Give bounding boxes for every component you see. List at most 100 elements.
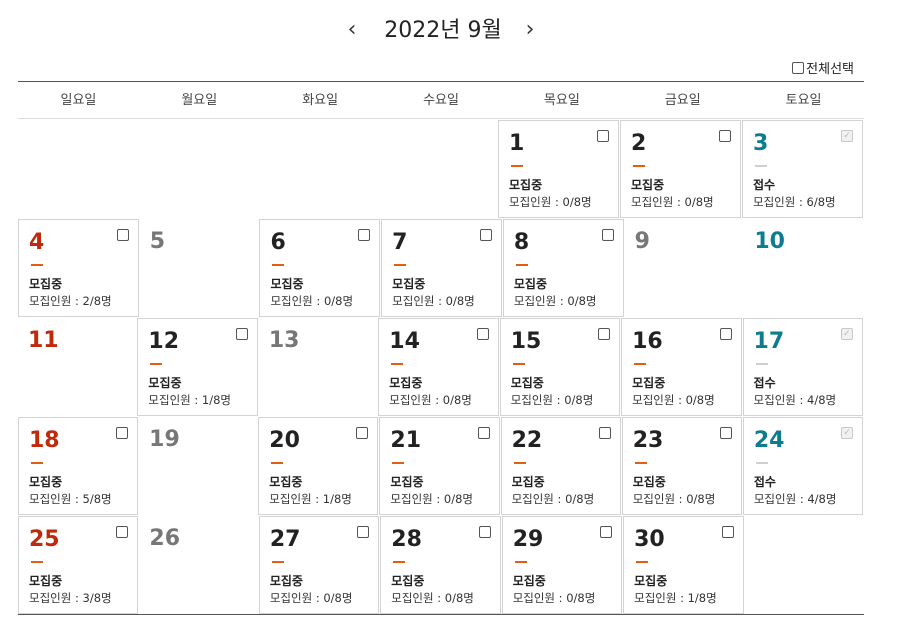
calendar-day-cell[interactable]: 23 모집중 모집인원 : 0/8명 [621, 417, 742, 515]
day-checkbox[interactable] [478, 526, 491, 538]
recruit-count: 모집인원 : 0/8명 [389, 393, 472, 407]
recruit-status: 모집중 [510, 376, 544, 390]
calendar-empty-cell [258, 120, 377, 218]
day-checkbox[interactable] [597, 130, 609, 142]
calendar-day-cell[interactable]: 3 ✓ 접수 모집인원 : 6/8명 [742, 120, 863, 218]
recruit-count: 모집인원 : 6/8명 [753, 195, 836, 209]
calendar-day-cell[interactable]: 4 모집중 모집인원 : 2/8명 [18, 219, 139, 317]
weekday-fri: 금요일 [664, 93, 701, 108]
day-number: 26 [149, 526, 181, 551]
next-month-icon[interactable]: › [518, 18, 542, 42]
recruit-status: 접수 [753, 376, 776, 390]
recruit-status: 모집중 [632, 475, 666, 489]
day-checkbox: ✓ [840, 328, 853, 340]
select-all-checkbox[interactable] [792, 61, 805, 74]
calendar-empty-cell [138, 120, 257, 218]
day-checkbox[interactable] [479, 229, 492, 241]
calendar-day-cell[interactable]: 25 모집중 모집인원 : 3/8명 [18, 516, 139, 614]
day-number: 11 [28, 328, 59, 353]
recruit-status: 모집중 [269, 475, 303, 489]
weekday-wed: 수요일 [423, 93, 459, 108]
calendar-day-cell[interactable]: 24 ✓ 접수 모집인원 : 4/8명 [742, 417, 863, 515]
calendar-weeks: 1 모집중 모집인원 : 0/8명 2 모집중 모집인원 : 0/8명 3 ✓ 접수 모집인원 :… [18, 119, 864, 614]
select-all[interactable]: 전체선택 [792, 58, 854, 77]
day-checkbox[interactable] [357, 526, 370, 538]
calendar-day-cell[interactable]: 7 모집중 모집인원 : 0/8명 [381, 219, 502, 317]
status-dash [31, 462, 43, 464]
day-checkbox[interactable] [358, 229, 371, 241]
weekday-header: 일요일 월요일 화요일 수요일 목요일 금요일 토요일 [18, 81, 864, 119]
day-checkbox[interactable] [477, 427, 490, 439]
day-number: 5 [149, 229, 166, 254]
calendar-day-cell[interactable]: 18 모집중 모집인원 : 5/8명 [18, 417, 139, 515]
status-dash [272, 264, 285, 266]
status-dash [513, 462, 526, 464]
recruit-status: 모집중 [634, 574, 668, 588]
day-checkbox[interactable] [719, 328, 732, 340]
calendar-day-cell[interactable]: 17 ✓ 접수 모집인원 : 4/8명 [742, 318, 863, 416]
calendar-day-cell[interactable]: 27 모집중 모집인원 : 0/8명 [258, 516, 380, 614]
weekday-thu: 목요일 [543, 93, 580, 108]
status-dash [512, 363, 525, 365]
calendar-day-cell[interactable]: 16 모집중 모집인원 : 0/8명 [621, 318, 742, 416]
recruit-status: 모집중 [389, 376, 423, 390]
calendar-empty-cell [18, 120, 137, 218]
day-checkbox[interactable] [601, 229, 614, 241]
day-number: 21 [390, 428, 422, 453]
status-dash [755, 462, 768, 464]
day-checkbox[interactable] [598, 328, 611, 340]
day-number: 27 [269, 527, 301, 552]
day-checkbox[interactable] [598, 427, 611, 439]
recruit-count: 모집인원 : 5/8명 [29, 492, 112, 506]
select-all-label: 전체선택 [806, 62, 854, 77]
day-checkbox[interactable] [356, 427, 369, 439]
recruit-status: 모집중 [29, 475, 63, 489]
day-checkbox[interactable] [600, 526, 613, 538]
day-checkbox[interactable] [719, 130, 731, 142]
recruit-status: 모집중 [632, 376, 666, 390]
calendar-day-cell: 10 [744, 219, 863, 317]
day-checkbox[interactable] [116, 526, 129, 538]
calendar-week: 11 12 모집중 모집인원 : 1/8명 13 14 모집중 모집인원 : 0/8명 15 모집… [18, 317, 864, 416]
day-checkbox[interactable] [719, 427, 732, 439]
status-dash [634, 462, 647, 464]
calendar-empty-cell [378, 120, 497, 218]
day-number: 6 [270, 230, 286, 255]
status-dash [515, 264, 528, 266]
day-checkbox[interactable] [721, 526, 734, 538]
prev-month-icon[interactable]: ‹ [340, 18, 364, 42]
day-number: 23 [632, 428, 664, 453]
calendar-day-cell[interactable]: 20 모집중 모집인원 : 1/8명 [258, 417, 379, 515]
day-checkbox: ✓ [841, 130, 853, 142]
calendar-day-cell[interactable]: 21 모집중 모집인원 : 0/8명 [379, 417, 500, 515]
calendar-day-cell[interactable]: 8 모집중 모집인원 : 0/8명 [502, 219, 624, 317]
recruit-status: 모집중 [391, 574, 425, 588]
status-dash [394, 264, 407, 266]
recruit-status: 모집중 [270, 277, 304, 291]
calendar-day-cell[interactable]: 2 모집중 모집인원 : 0/8명 [620, 120, 741, 218]
calendar-week: 25 모집중 모집인원 : 3/8명 26 27 모집중 모집인원 : 0/8명 28 모집중 모… [18, 515, 864, 614]
day-number: 4 [29, 230, 45, 255]
calendar-day-cell[interactable]: 30 모집중 모집인원 : 1/8명 [623, 516, 744, 614]
status-dash [755, 165, 767, 167]
calendar-day-cell[interactable]: 14 모집중 모집인원 : 0/8명 [378, 318, 499, 416]
calendar-day-cell[interactable]: 28 모집중 모집인원 : 0/8명 [380, 516, 501, 614]
calendar-day-cell[interactable]: 6 모집중 모집인원 : 0/8명 [259, 219, 381, 317]
day-number: 29 [512, 527, 544, 552]
recruit-status: 모집중 [631, 178, 665, 192]
day-checkbox[interactable] [235, 328, 248, 340]
status-dash [271, 462, 284, 464]
calendar-day-cell[interactable]: 1 모집중 모집인원 : 0/8명 [498, 120, 619, 218]
calendar-day-cell[interactable]: 29 모집중 모집인원 : 0/8명 [501, 516, 623, 614]
status-dash [31, 561, 43, 563]
calendar-day-cell[interactable]: 22 모집중 모집인원 : 0/8명 [500, 417, 621, 515]
status-dash [755, 363, 768, 365]
calendar-day-cell[interactable]: 15 모집중 모집인원 : 0/8명 [499, 318, 621, 416]
day-checkbox[interactable] [116, 229, 129, 241]
day-checkbox[interactable] [476, 328, 489, 340]
recruit-count: 모집인원 : 0/8명 [392, 294, 475, 308]
day-checkbox[interactable] [116, 427, 129, 439]
recruit-count: 모집인원 : 4/8명 [753, 393, 837, 407]
calendar-day-cell[interactable]: 12 모집중 모집인원 : 1/8명 [137, 318, 258, 416]
weekday-sun: 일요일 [60, 93, 97, 108]
